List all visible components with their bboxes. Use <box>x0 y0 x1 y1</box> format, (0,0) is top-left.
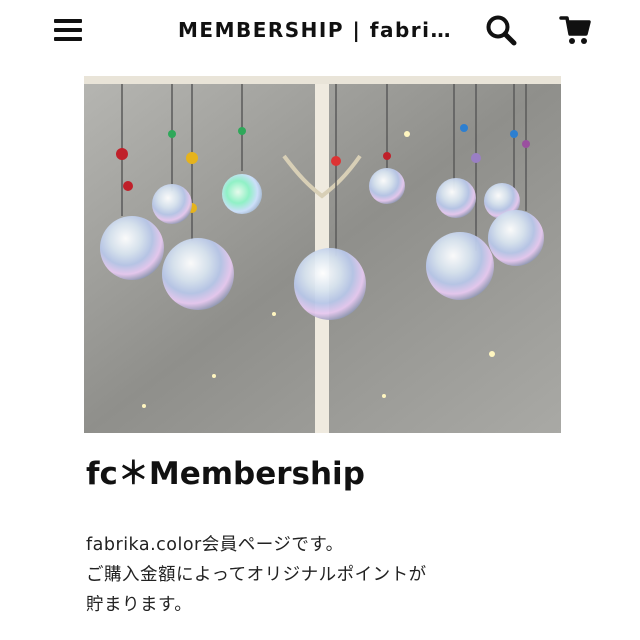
shopping-cart-icon <box>559 16 591 44</box>
description: fabrika.color会員ページです。 ご購入金額によってオリジナルポイント… <box>86 530 586 620</box>
description-line: 貯まります。 <box>86 595 193 615</box>
hamburger-menu-icon <box>54 19 82 41</box>
search-button[interactable] <box>483 12 519 48</box>
page-heading: fc＊Membership <box>86 456 365 492</box>
header-bar: MEMBERSHIP | fabri… <box>0 0 640 64</box>
cart-button[interactable] <box>558 12 594 48</box>
menu-button[interactable] <box>50 12 86 48</box>
description-line: ご購入金額によってオリジナルポイントが <box>86 565 427 585</box>
hero-image <box>84 76 561 433</box>
app: MEMBERSHIP | fabri… fc＊Membership fabrik… <box>0 0 640 640</box>
page-title: MEMBERSHIP | fabri… <box>178 18 452 42</box>
search-icon <box>486 15 517 46</box>
description-line: fabrika.color会員ページです。 <box>86 535 344 555</box>
